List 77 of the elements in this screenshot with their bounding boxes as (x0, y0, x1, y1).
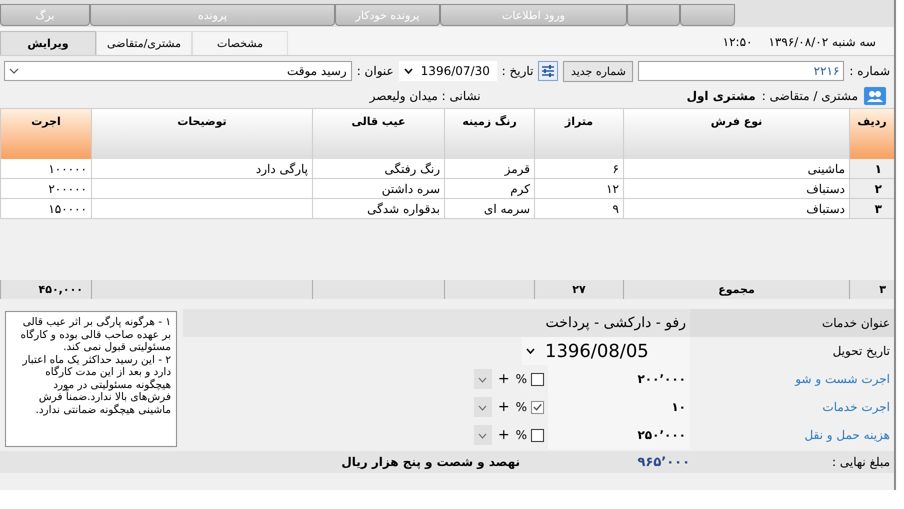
customer-name: مشتری اول (686, 89, 756, 103)
note-text: ۱ - هرگونه پارگی بر اثر عیب قالی بر عهده صاحب قالی بوده و کارگاه مسئولیتی قبول نمی کند. (19, 316, 171, 354)
dropdown-button[interactable] (474, 425, 492, 445)
total-cell: مجموع (623, 280, 849, 299)
caret-icon (404, 68, 413, 74)
column-header[interactable]: نوع فرش (623, 109, 849, 159)
table-cell: ۳ (849, 199, 894, 219)
percent-sign: % (516, 400, 527, 414)
table-cell: ماشینی (623, 159, 849, 179)
table-cell: قرمز (444, 159, 534, 179)
charge-link[interactable]: اجرت شست و شو (690, 372, 894, 386)
percent-checkbox[interactable] (531, 428, 544, 442)
column-header[interactable]: رنگ زمینه (444, 109, 534, 159)
people-icon[interactable] (864, 87, 886, 105)
caret-icon (478, 433, 488, 439)
settings-icon[interactable] (538, 61, 558, 81)
charge-amount: ۲۵۰٬۰۰۰ (548, 421, 690, 449)
percent-checkbox[interactable] (531, 400, 544, 414)
number-field[interactable]: ۲۲۱۶ (638, 61, 844, 81)
add-button[interactable]: + (496, 427, 512, 443)
column-header[interactable]: توضیحات (91, 109, 312, 159)
view-tab[interactable]: ویرایش (0, 31, 96, 55)
column-header[interactable]: عیب قالی (312, 109, 444, 159)
total-amount: ۹۶۵٬۰۰۰ (636, 454, 690, 470)
charge-amount: ۲۰۰٬۰۰۰ (548, 365, 690, 393)
percent-sign: % (516, 372, 527, 386)
address-text: نشانی : میدان ولیعصر (370, 89, 481, 103)
total-cell: ۳ (849, 280, 894, 299)
title-label: عنوان : (356, 64, 394, 78)
charge-link[interactable]: اجرت خدمات (690, 400, 894, 414)
delivery-date-field[interactable]: 1396/08/05 (522, 337, 690, 365)
table-cell: ۱۲ (534, 179, 623, 199)
add-button[interactable]: + (496, 371, 512, 387)
table-cell: ۲۰۰۰۰۰ (0, 179, 91, 199)
number-label: شماره : (849, 64, 890, 78)
customer-label: مشتری / متقاضی : (762, 89, 858, 103)
total-label: مبلغ نهایی : (831, 455, 890, 469)
table-cell: ۶ (534, 159, 623, 179)
table-cell: ۲ (849, 179, 894, 199)
table-cell: ۱۰۰۰۰۰ (0, 159, 91, 179)
time-text: ۱۲:۵۰ (722, 35, 752, 49)
column-header[interactable]: ردیف (849, 109, 894, 159)
view-tab[interactable]: مشتری/متقاضی (96, 31, 192, 55)
caret-icon (478, 377, 488, 383)
column-header[interactable]: اجرت (0, 109, 91, 159)
dropdown-button[interactable] (474, 397, 492, 417)
percent-sign: % (516, 428, 527, 442)
blank-tab[interactable] (627, 4, 680, 26)
title-dropdown[interactable]: رسید موقت (4, 61, 352, 81)
note-text: ۲ - این رسید حداکثر یک ماه اعتبار دارد و بعد از این مدت کارگاه هیچگونه مسئولیتی در مورد فرش‌های بالا ندارد.ضمناً فرش ماشینی هیچگونه ضمانتی ندارد. (21, 354, 171, 416)
blank-tab[interactable] (680, 4, 735, 26)
table-cell: ۱ (849, 159, 894, 179)
delivery-label: تاریخ تحویل (832, 344, 891, 358)
percent-checkbox[interactable] (531, 372, 544, 386)
caret-icon (526, 348, 535, 354)
view-tab[interactable]: مشخصات (192, 31, 288, 55)
dropdown-button[interactable] (474, 369, 492, 389)
table-cell: کرم (444, 179, 534, 199)
caret-icon (9, 68, 19, 74)
total-in-words: نهصد و شصت و پنج هزار ریال (341, 455, 520, 469)
services-title: رفو - دارکشی - پرداخت (546, 315, 687, 331)
total-cell: ۴۵۰,۰۰۰ (0, 280, 91, 299)
services-label: عنوان خدمات (690, 309, 894, 337)
new-number-button[interactable]: شماره جدید (563, 60, 634, 82)
date-text: سه شنبه ۱۳۹۶/۰۸/۰۲ (768, 35, 876, 49)
charge-amount: ۱۰ (548, 393, 690, 421)
total-cell: ۲۷ (534, 280, 623, 299)
column-header[interactable]: متراژ (534, 109, 623, 159)
table-cell: دستباف (623, 179, 849, 199)
table-cell: رنگ رفتگی (312, 159, 444, 179)
date-label: تاریخ : (502, 64, 534, 78)
date-field[interactable]: 1396/07/30 (398, 61, 497, 81)
table-cell: پارگی دارد (91, 159, 312, 179)
add-button[interactable]: + (496, 399, 512, 415)
caret-icon (478, 405, 488, 411)
charge-link[interactable]: هزینه حمل و نقل (690, 428, 894, 442)
table-cell: سره داشتن (312, 179, 444, 199)
